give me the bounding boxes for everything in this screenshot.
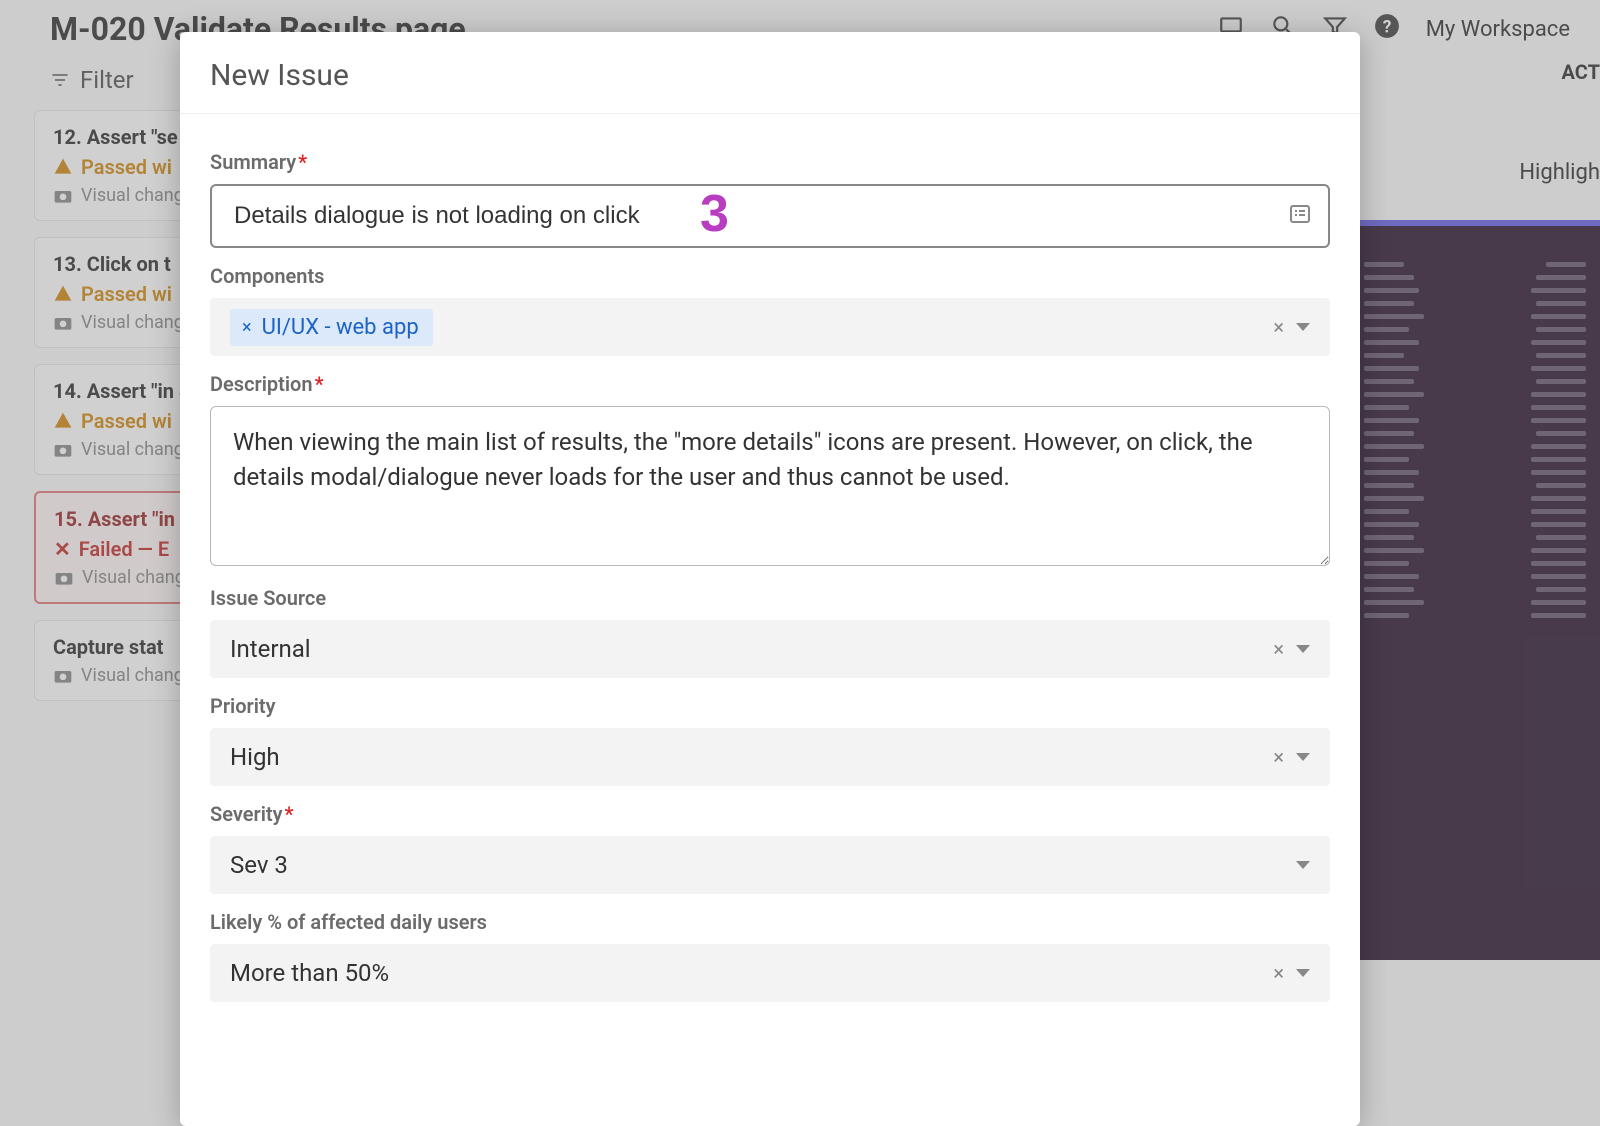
description-textarea[interactable] [210,406,1330,566]
chevron-down-icon[interactable] [1296,323,1310,331]
components-select[interactable]: × UI/UX - web app × [210,298,1330,356]
chip-label: UI/UX - web app [262,315,419,340]
description-label: Description* [210,372,1330,396]
chevron-down-icon[interactable] [1296,645,1310,653]
chevron-down-icon[interactable] [1296,969,1310,977]
clear-icon[interactable]: × [1273,639,1284,659]
components-label: Components [210,264,1330,288]
affected-label: Likely % of affected daily users [210,910,1330,934]
chevron-down-icon[interactable] [1296,861,1310,869]
new-issue-modal: New Issue Summary* Components × UI/UX - … [180,32,1360,1126]
clear-icon[interactable]: × [1273,963,1284,983]
clear-icon[interactable]: × [1273,747,1284,767]
form-icon[interactable] [1288,202,1312,230]
summary-input[interactable] [210,184,1330,248]
priority-label: Priority [210,694,1330,718]
affected-select[interactable]: More than 50% × [210,944,1330,1002]
severity-label: Severity* [210,802,1330,826]
summary-label: Summary* [210,150,1330,174]
chevron-down-icon[interactable] [1296,753,1310,761]
issue-source-select[interactable]: Internal × [210,620,1330,678]
annotation-step-3: 3 [700,184,729,244]
modal-title: New Issue [180,32,1360,114]
modal-body: Summary* Components × UI/UX - web app × … [180,114,1360,1126]
clear-icon[interactable]: × [1273,317,1284,337]
severity-value: Sev 3 [230,851,288,879]
severity-select[interactable]: Sev 3 [210,836,1330,894]
issue-source-value: Internal [230,635,311,663]
priority-value: High [230,743,280,771]
priority-select[interactable]: High × [210,728,1330,786]
component-chip[interactable]: × UI/UX - web app [230,309,433,346]
affected-value: More than 50% [230,959,389,987]
chip-remove-icon[interactable]: × [242,317,252,338]
issue-source-label: Issue Source [210,586,1330,610]
